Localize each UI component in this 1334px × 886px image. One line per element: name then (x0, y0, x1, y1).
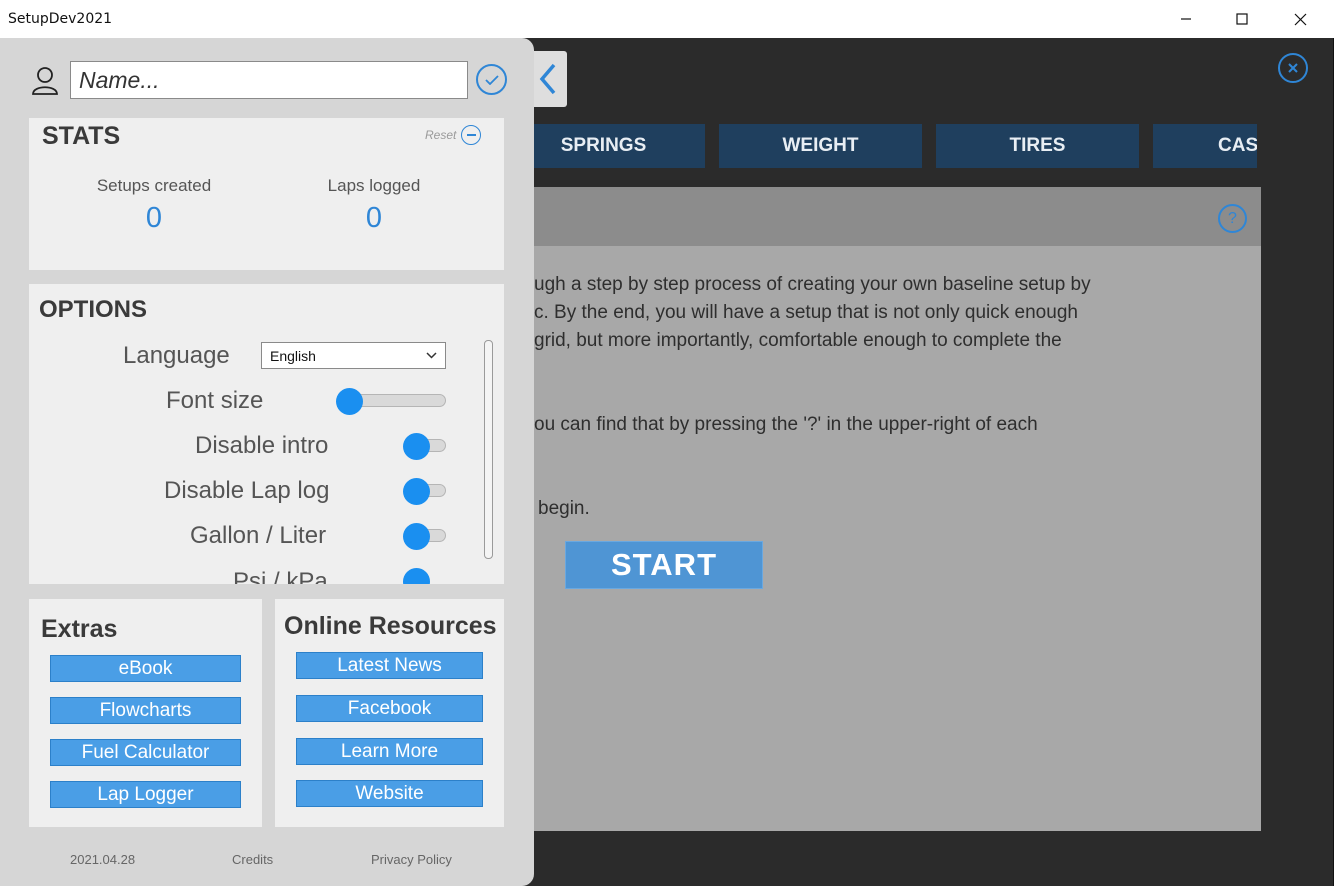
disable-intro-label: Disable intro (195, 432, 329, 459)
tab-label: TIRES (1009, 135, 1066, 156)
pressure-unit-toggle-knob[interactable] (403, 568, 430, 584)
tab-tires[interactable]: TIRES (936, 124, 1139, 168)
language-select[interactable]: English (261, 342, 446, 369)
close-window-button[interactable] (1271, 0, 1329, 38)
maximize-button[interactable] (1213, 0, 1271, 38)
gallon-liter-toggle-knob[interactable] (403, 523, 430, 550)
intro-line: begin. (538, 498, 590, 519)
ebook-button[interactable]: eBook (50, 655, 241, 682)
help-button[interactable]: ? (1218, 204, 1247, 233)
options-scrollbar[interactable] (484, 340, 493, 559)
flowcharts-button[interactable]: Flowcharts (50, 697, 241, 724)
minus-icon (466, 134, 476, 136)
font-size-slider-thumb[interactable] (336, 388, 363, 415)
options-heading: OPTIONS (39, 296, 148, 323)
minimize-button[interactable] (1157, 0, 1215, 38)
window-title: SetupDev2021 (8, 11, 113, 27)
language-label: Language (123, 342, 230, 369)
intro-line: ou can find that by pressing the '?' in … (534, 414, 1038, 435)
reset-button[interactable] (461, 125, 481, 145)
disable-lap-log-label: Disable Lap log (164, 477, 330, 504)
tab-label: SPRINGS (560, 135, 647, 156)
credits-link[interactable]: Credits (232, 852, 273, 867)
content-header: ? (534, 187, 1261, 246)
version-label: 2021.04.28 (70, 852, 136, 867)
gallon-liter-label: Gallon / Liter (190, 522, 327, 549)
fuel-calculator-button[interactable]: Fuel Calculator (50, 739, 241, 766)
learn-more-button[interactable]: Learn More (296, 738, 483, 765)
lap-logger-button[interactable]: Lap Logger (50, 781, 241, 808)
laps-logged-value: 0 (365, 202, 383, 234)
title-bar: SetupDev2021 (0, 0, 1334, 38)
language-value: English (270, 348, 316, 364)
online-resources-heading: Online Resources (284, 612, 497, 640)
user-icon (32, 67, 58, 95)
setups-created-label: Setups created (96, 176, 212, 195)
website-button[interactable]: Website (296, 780, 483, 807)
facebook-button[interactable]: Facebook (296, 695, 483, 722)
maximize-icon (1236, 13, 1248, 25)
confirm-name-button[interactable] (476, 64, 507, 95)
stats-heading: STATS (42, 122, 121, 150)
intro-line: c. By the end, you will have a setup tha… (534, 302, 1078, 323)
options-overflow-row: Psi / kPa (29, 568, 489, 584)
setups-created-value: 0 (145, 202, 163, 234)
font-size-label: Font size (166, 387, 264, 414)
tab-caster[interactable]: CAS (1153, 124, 1257, 168)
chevron-left-icon (539, 63, 555, 95)
close-icon (1288, 63, 1298, 73)
close-icon (1294, 13, 1306, 25)
privacy-policy-link[interactable]: Privacy Policy (371, 852, 452, 867)
latest-news-button[interactable]: Latest News (296, 652, 483, 679)
intro-line: ugh a step by step process of creating y… (534, 274, 1091, 295)
reset-label[interactable]: Reset (425, 128, 456, 142)
tab-weight[interactable]: WEIGHT (719, 124, 922, 168)
check-icon (484, 74, 499, 85)
tab-label: CAS (1218, 135, 1257, 156)
minimize-icon (1181, 18, 1191, 20)
intro-content: ? ugh a step by step process of creating… (534, 187, 1261, 831)
disable-intro-toggle-knob[interactable] (403, 433, 430, 460)
intro-line: grid, but more importantly, comfortable … (534, 330, 1062, 351)
chevron-down-icon (426, 352, 437, 359)
name-input[interactable] (70, 61, 468, 99)
extras-heading: Extras (41, 615, 118, 643)
close-button[interactable] (1278, 53, 1308, 83)
help-icon: ? (1228, 209, 1237, 227)
laps-logged-label: Laps logged (327, 176, 421, 195)
start-button[interactable]: START (565, 541, 763, 589)
tab-label: WEIGHT (782, 135, 859, 156)
pressure-unit-label: Psi / kPa (233, 568, 328, 584)
disable-lap-log-toggle-knob[interactable] (403, 478, 430, 505)
